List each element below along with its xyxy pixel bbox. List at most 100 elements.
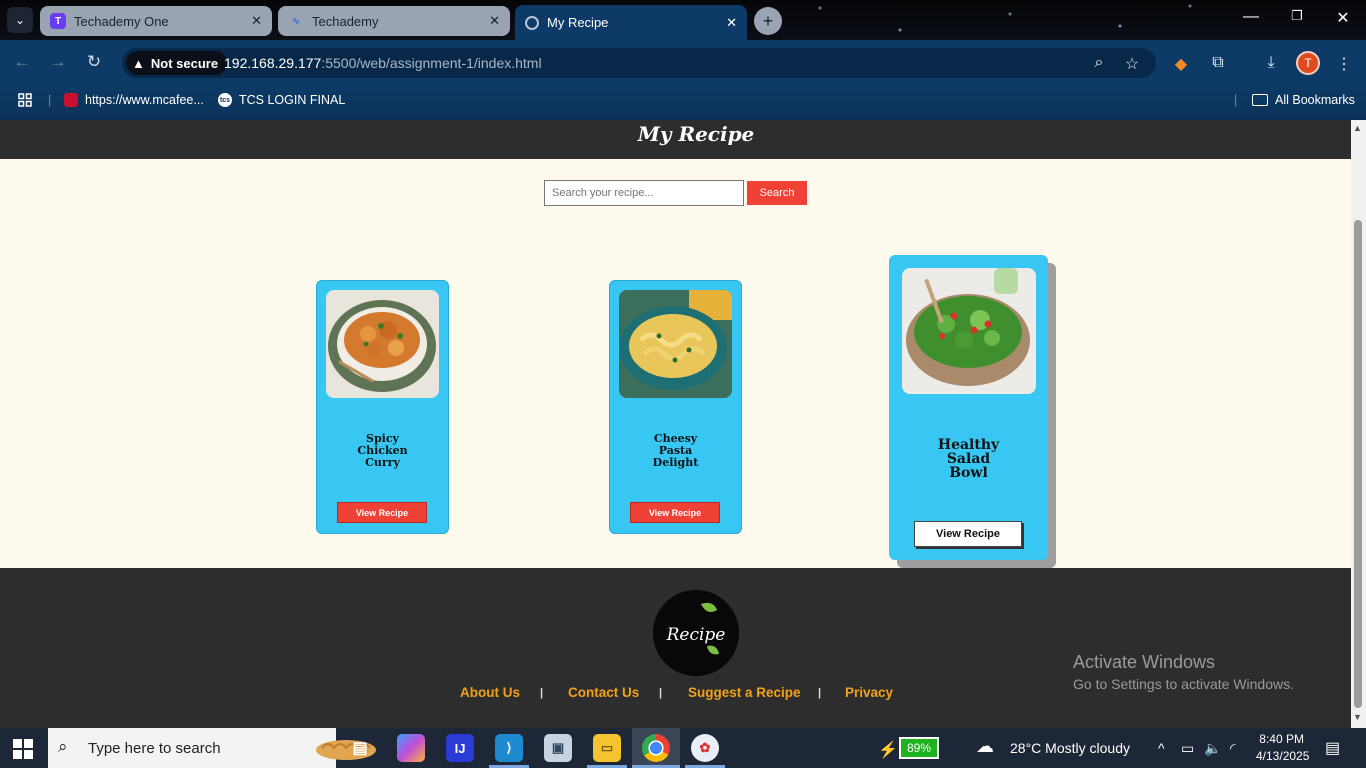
profile-avatar[interactable]: T [1296, 51, 1320, 75]
tab-techademy-one[interactable]: T Techademy One ✕ [40, 6, 272, 36]
all-bookmarks-button[interactable]: All Bookmarks [1252, 93, 1355, 107]
url-path: :5500/web/assignment-1/index.html [321, 55, 542, 71]
view-recipe-button[interactable]: View Recipe [914, 521, 1022, 547]
techademy-one-favicon-icon: T [50, 13, 66, 29]
folder-icon [1252, 94, 1268, 106]
close-tab-icon[interactable]: ✕ [489, 13, 500, 29]
taskbar-search-box[interactable]: ⌕ Type here to search [48, 728, 376, 768]
intellij-icon[interactable]: IJ [446, 734, 474, 762]
search-input[interactable] [544, 180, 744, 206]
windows-start-icon[interactable] [13, 739, 33, 759]
about-us-link[interactable]: About Us [460, 685, 520, 700]
reload-icon[interactable]: ↻ [82, 52, 106, 72]
url-text[interactable]: 192.168.29.177:5500/web/assignment-1/ind… [224, 55, 542, 71]
security-chip[interactable]: ▲ Not secure [126, 51, 228, 75]
notifications-icon[interactable]: ▤ [1325, 738, 1340, 758]
contact-us-link[interactable]: Contact Us [568, 685, 639, 700]
file-explorer-icon[interactable]: ▭ [593, 734, 621, 762]
minimize-icon[interactable]: — [1236, 8, 1266, 26]
cheesy-pasta-photo [619, 290, 732, 398]
page-viewport: My Recipe Search Spicy Chicken [0, 120, 1351, 728]
security-label: Not secure [150, 55, 219, 71]
activate-windows-watermark: Activate Windows Go to Settings to activ… [1073, 652, 1294, 692]
search-icon: ⌕ [58, 737, 68, 756]
view-recipe-button[interactable]: View Recipe [337, 502, 427, 523]
task-view-icon[interactable]: ▤ [346, 734, 374, 762]
system-clock[interactable]: 8:40 PM 4/13/2025 [1256, 731, 1310, 765]
close-tab-icon[interactable]: ✕ [726, 15, 737, 31]
tab-techademy[interactable]: ∿ Techademy ✕ [278, 6, 510, 36]
bookmark-divider: | [48, 93, 52, 107]
footer-separator: | [540, 687, 544, 699]
recipe-card: Cheesy Pasta Delight View Recipe [609, 280, 742, 534]
recipe-name: Healthy Salad Bowl [937, 437, 1000, 481]
tab-title: Techademy [312, 13, 379, 29]
paint-app-icon[interactable]: ✿ [691, 734, 719, 762]
scroll-down-arrow-icon[interactable]: ▼ [1353, 712, 1362, 722]
restore-icon[interactable]: ❐ [1282, 8, 1312, 24]
clock-date: 4/13/2025 [1256, 749, 1310, 763]
globe-icon [525, 15, 539, 30]
chrome-icon[interactable] [642, 734, 670, 762]
extensions-icon[interactable]: ⧉ [1207, 54, 1229, 72]
search-button[interactable]: Search [747, 181, 807, 205]
download-icon[interactable]: ⤓ [1260, 54, 1282, 72]
bookmark-tcs-login[interactable]: tcs TCS LOGIN FINAL [218, 93, 345, 107]
privacy-link[interactable]: Privacy [845, 685, 893, 700]
metamask-extension-icon[interactable]: ◆ [1170, 54, 1192, 74]
recipe-name: Cheesy Pasta Delight [652, 432, 699, 469]
bookmark-label: TCS LOGIN FINAL [239, 93, 346, 107]
volume-icon[interactable]: 🔈 [1204, 740, 1221, 757]
bookmark-divider: | [1234, 93, 1238, 107]
recipe-name: Spicy Chicken Curry [357, 432, 408, 469]
power-plug-icon[interactable]: ⚡ [878, 740, 898, 760]
close-window-icon[interactable]: ✕ [1328, 8, 1358, 28]
apps-grid-icon[interactable] [18, 93, 32, 107]
url-host: 192.168.29.177 [224, 55, 322, 71]
view-recipe-button[interactable]: View Recipe [630, 502, 720, 523]
all-bookmarks-label: All Bookmarks [1275, 93, 1355, 107]
warning-icon: ▲ [132, 55, 145, 71]
watermark-title: Activate Windows [1073, 652, 1216, 672]
bookmarks-bar [0, 86, 1366, 120]
page-title: My Recipe [637, 122, 755, 146]
show-hidden-icons-chevron-icon[interactable]: ^ [1158, 740, 1165, 756]
recipe-card-hovered: Healthy Salad Bowl View Recipe [889, 255, 1048, 560]
new-tab-button[interactable]: + [754, 7, 782, 35]
bookmark-label: https://www.mcafee... [85, 93, 204, 107]
snipping-tool-icon[interactable]: ▣ [544, 734, 572, 762]
recipe-card: Spicy Chicken Curry View Recipe [316, 280, 449, 534]
tab-title: Techademy One [74, 13, 169, 29]
tab-my-recipe[interactable]: My Recipe ✕ [515, 5, 747, 40]
back-arrow-icon[interactable]: ← [10, 52, 34, 72]
copilot-icon[interactable] [397, 734, 425, 762]
star-icon[interactable]: ☆ [1121, 54, 1143, 74]
recipe-logo: Recipe [653, 590, 739, 676]
bookmark-mcafee[interactable]: https://www.mcafee... [64, 93, 204, 107]
battery-tray-icon[interactable]: ▭ [1181, 740, 1194, 757]
battery-indicator[interactable]: 89% [899, 737, 939, 759]
watermark-subtitle: Go to Settings to activate Windows. [1073, 676, 1294, 692]
close-tab-icon[interactable]: ✕ [251, 13, 262, 29]
more-menu-icon[interactable]: ⋮ [1333, 54, 1355, 74]
vscode-icon[interactable]: ⟩ [495, 734, 523, 762]
svg-text:Recipe: Recipe [666, 625, 726, 645]
suggest-recipe-link[interactable]: Suggest a Recipe [688, 685, 801, 700]
tcs-logo-icon: tcs [218, 93, 232, 107]
salad-bowl-photo [902, 268, 1036, 394]
forward-arrow-icon[interactable]: → [46, 52, 70, 72]
taskbar-search-placeholder: Type here to search [88, 740, 221, 757]
scrollbar-thumb[interactable] [1354, 220, 1362, 708]
chicken-curry-photo [326, 290, 439, 398]
scroll-up-arrow-icon[interactable]: ▲ [1353, 123, 1362, 133]
tab-search-button[interactable]: ⌄ [7, 7, 33, 33]
techademy-favicon-icon: ∿ [291, 15, 301, 27]
footer-separator: | [818, 687, 822, 699]
wifi-icon[interactable]: ◜ [1230, 740, 1235, 757]
site-header: My Recipe [0, 120, 1351, 159]
zoom-icon[interactable]: ⌕ [1088, 54, 1110, 72]
mcafee-shield-icon [64, 93, 78, 107]
clock-time: 8:40 PM [1259, 732, 1304, 746]
weather-cloud-icon[interactable]: ☁ [976, 736, 994, 757]
weather-text[interactable]: 28°C Mostly cloudy [1010, 740, 1130, 756]
